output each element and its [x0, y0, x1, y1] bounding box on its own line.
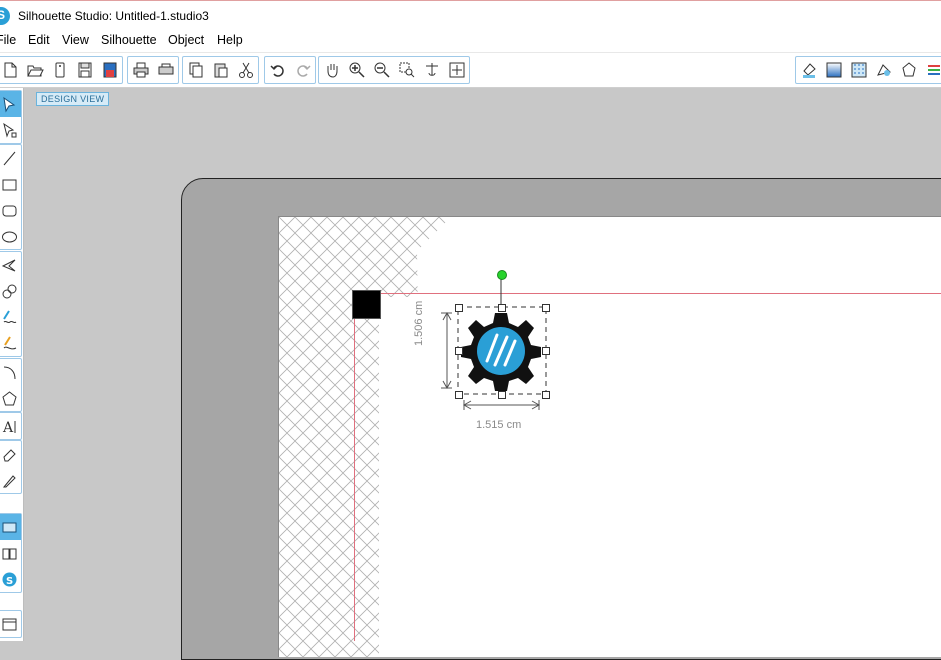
zoom-box-icon[interactable]	[394, 58, 419, 82]
resize-handle-bottom[interactable]	[498, 391, 506, 399]
menu-bar: File Edit View Silhouette Object Help	[0, 30, 941, 53]
undo-icon[interactable]	[265, 58, 290, 82]
file-tools-group	[0, 56, 123, 84]
no-cut-zone-hatch	[279, 217, 941, 657]
curve-icon[interactable]	[0, 278, 21, 304]
edit-tools-group	[0, 440, 22, 494]
cut-icon[interactable]	[233, 58, 258, 82]
resize-handle-top[interactable]	[498, 304, 506, 312]
zoom-in-icon[interactable]	[344, 58, 369, 82]
zoom-drag-icon[interactable]	[419, 58, 444, 82]
rotate-handle[interactable]	[497, 270, 507, 280]
redo-icon[interactable]	[290, 58, 315, 82]
library-icon[interactable]	[0, 540, 21, 566]
ellipse-icon[interactable]	[0, 223, 21, 249]
rounded-rectangle-icon[interactable]	[0, 197, 21, 223]
rectangle-icon[interactable]	[0, 171, 21, 197]
resize-handle-bottom-left[interactable]	[455, 391, 463, 399]
print-tools-group	[127, 56, 179, 84]
fill-pattern-icon[interactable]	[846, 58, 871, 82]
line-style-icon[interactable]	[896, 58, 921, 82]
design-page[interactable]	[278, 216, 941, 657]
polygon-icon[interactable]	[0, 252, 21, 278]
regular-polygon-icon[interactable]	[0, 385, 21, 411]
window-icon[interactable]	[0, 611, 21, 637]
open-file-icon[interactable]	[22, 58, 47, 82]
draw-tools-group	[0, 251, 22, 357]
freehand-icon[interactable]	[0, 304, 21, 330]
open-library-icon[interactable]	[47, 58, 72, 82]
shape-tools-group	[0, 144, 22, 250]
resize-handle-top-left[interactable]	[455, 304, 463, 312]
pan-icon[interactable]	[319, 58, 344, 82]
fill-color-icon[interactable]	[796, 58, 821, 82]
history-tools-group	[264, 56, 316, 84]
line-icon[interactable]	[0, 145, 21, 171]
text-icon[interactable]: A	[0, 413, 21, 439]
save-to-library-icon[interactable]	[97, 58, 122, 82]
menu-edit[interactable]: Edit	[28, 33, 50, 47]
zoom-out-icon[interactable]	[369, 58, 394, 82]
point-edit-icon[interactable]	[0, 117, 21, 143]
print-icon[interactable]	[128, 58, 153, 82]
resize-handle-top-right[interactable]	[542, 304, 550, 312]
zoom-fit-icon[interactable]	[444, 58, 469, 82]
registration-mark	[352, 290, 381, 319]
view-tools-group	[318, 56, 470, 84]
panel-tools-group: S	[0, 513, 22, 593]
design-view-label: DESIGN VIEW	[36, 92, 110, 106]
line-color-icon[interactable]	[871, 58, 896, 82]
svg-text:A: A	[2, 420, 14, 435]
resize-handle-right[interactable]	[542, 347, 550, 355]
eraser-icon[interactable]	[0, 441, 21, 467]
design-page-icon[interactable]	[0, 514, 21, 540]
menu-object[interactable]: Object	[168, 33, 204, 47]
menu-file[interactable]: File	[0, 33, 16, 47]
cut-border-top	[352, 293, 941, 294]
resize-handle-left[interactable]	[455, 347, 463, 355]
save-icon[interactable]	[72, 58, 97, 82]
title-bar: Silhouette Studio: Untitled-1.studio3	[0, 0, 941, 30]
paste-icon[interactable]	[208, 58, 233, 82]
style-tools-group	[795, 56, 941, 84]
window-tools-group	[0, 610, 22, 638]
arc-tools-group	[0, 358, 22, 412]
clipboard-tools-group	[182, 56, 259, 84]
menu-help[interactable]: Help	[217, 33, 243, 47]
select-icon[interactable]	[0, 91, 21, 117]
more-icon[interactable]	[921, 58, 941, 82]
smooth-freehand-icon[interactable]	[0, 330, 21, 356]
knife-icon[interactable]	[0, 467, 21, 493]
store-icon[interactable]: S	[0, 566, 21, 592]
silhouette-logo-icon	[0, 7, 10, 25]
resize-handle-bottom-right[interactable]	[542, 391, 550, 399]
gradient-icon[interactable]	[821, 58, 846, 82]
svg-text:S: S	[6, 576, 13, 587]
new-file-icon[interactable]	[0, 58, 22, 82]
text-tools-group: A	[0, 412, 22, 440]
print-cut-icon[interactable]	[153, 58, 178, 82]
selection-tools-group	[0, 90, 22, 144]
menu-view[interactable]: View	[62, 33, 89, 47]
copy-icon[interactable]	[183, 58, 208, 82]
left-toolbar: A S	[0, 88, 24, 641]
window-title: Silhouette Studio: Untitled-1.studio3	[18, 9, 209, 23]
main-toolbar	[0, 53, 941, 88]
menu-silhouette[interactable]: Silhouette	[101, 33, 157, 47]
height-dimension-label: 1.506 cm	[413, 300, 425, 346]
arc-icon[interactable]	[0, 359, 21, 385]
cut-border-left	[354, 318, 355, 641]
width-dimension-label: 1.515 cm	[476, 419, 522, 431]
